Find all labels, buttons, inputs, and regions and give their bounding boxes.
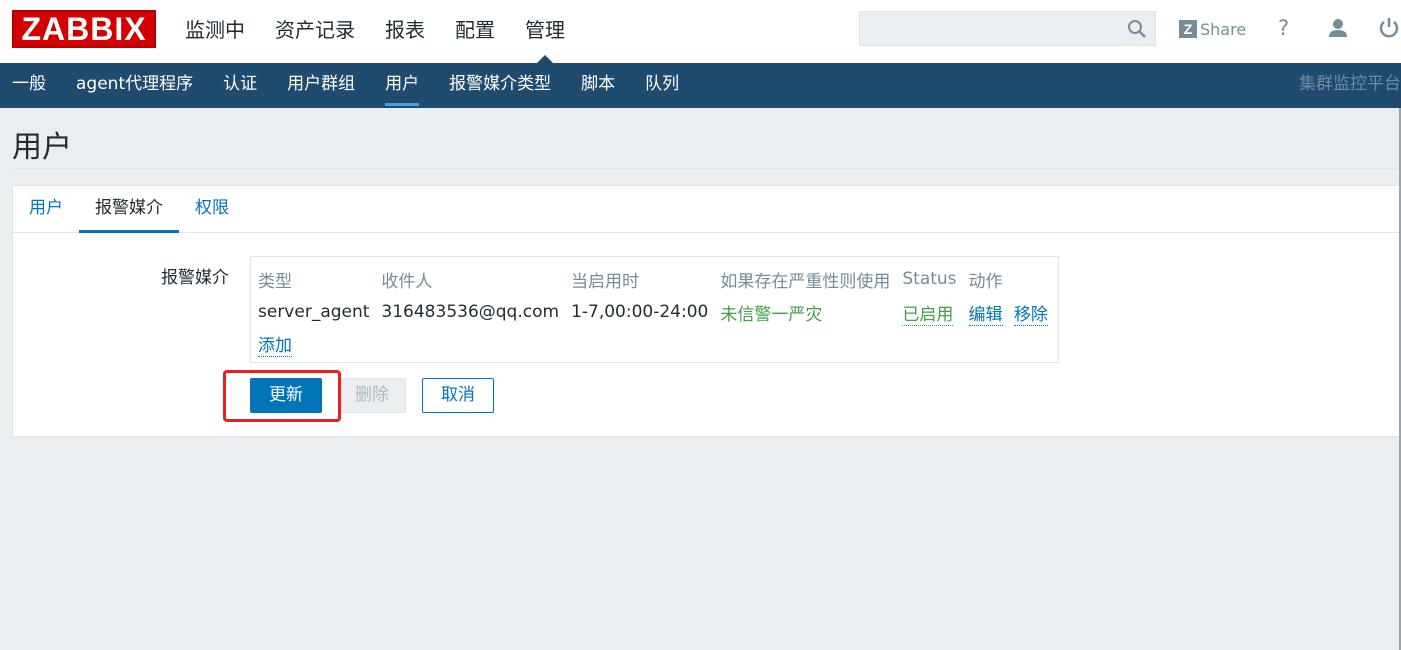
column-header-status: Status — [902, 269, 957, 289]
sub-nav: 一般 agent代理程序 认证 用户群组 用户 报警媒介类型 脚本 队列 集群监… — [0, 63, 1401, 108]
global-search — [859, 11, 1156, 46]
server-name: 集群监控平台 — [1299, 74, 1401, 94]
nav-reports[interactable]: 报表 — [370, 0, 440, 63]
nav-administration[interactable]: 管理 — [510, 0, 580, 63]
column-header-send-to: 收件人 — [381, 271, 433, 292]
main-nav: 监测中 资产记录 报表 配置 管理 — [170, 0, 580, 63]
subnav-users[interactable]: 用户 — [370, 63, 434, 108]
column-header-action: 动作 — [968, 271, 1003, 292]
cancel-button[interactable]: 取消 — [422, 378, 494, 413]
share-link[interactable]: Z Share — [1179, 18, 1246, 40]
table-header-row: 类型 收件人 当启用时 如果存在严重性则使用 Status 动作 — [258, 263, 1060, 295]
help-icon[interactable]: ? — [1278, 16, 1289, 40]
subnav-queue[interactable]: 队列 — [630, 63, 694, 108]
form-buttons: 更新 删除 取消 — [250, 378, 510, 413]
user-form-panel: 用户 报警媒介 权限 报警媒介 类型 收件人 当启用时 如果存在严重性则使用 S… — [12, 185, 1401, 437]
add-media-link[interactable]: 添加 — [258, 331, 292, 357]
search-input[interactable] — [860, 12, 1122, 45]
status-toggle-link[interactable]: 已启用 — [902, 304, 954, 326]
zabbix-logo[interactable]: ZABBIX — [12, 10, 156, 48]
subnav-scripts[interactable]: 脚本 — [566, 63, 630, 108]
tab-bar: 用户 报警媒介 权限 — [13, 186, 1401, 233]
subnav-authentication[interactable]: 认证 — [208, 63, 272, 108]
top-header: ZABBIX 监测中 资产记录 报表 配置 管理 Z Share ? — [0, 0, 1401, 63]
media-list: 类型 收件人 当启用时 如果存在严重性则使用 Status 动作 server_… — [250, 256, 1059, 363]
page-title: 用户 — [12, 130, 72, 165]
user-icon[interactable] — [1327, 17, 1349, 39]
media-send-to: 316483536@qq.com — [381, 302, 560, 322]
media-label: 报警媒介 — [161, 268, 229, 288]
nav-configuration[interactable]: 配置 — [440, 0, 510, 63]
media-status-cell: 已启用 — [902, 295, 968, 329]
tab-media[interactable]: 报警媒介 — [79, 186, 179, 233]
media-severity: 未信警一严灾 — [720, 304, 823, 325]
column-header-severity: 如果存在严重性则使用 — [720, 271, 891, 292]
column-header-type: 类型 — [258, 271, 292, 292]
divider — [12, 168, 1401, 169]
remove-link[interactable]: 移除 — [1013, 304, 1048, 326]
media-when-active: 1-7,00:00-24:00 — [571, 302, 709, 322]
media-type: server_agent — [258, 302, 370, 322]
power-icon[interactable] — [1378, 17, 1400, 39]
media-actions-cell: 编辑 移除 — [968, 295, 1060, 329]
update-button[interactable]: 更新 — [250, 378, 322, 413]
nav-inventory[interactable]: 资产记录 — [260, 0, 370, 63]
share-label: Share — [1200, 19, 1247, 39]
delete-button: 删除 — [338, 378, 406, 413]
table-row: server_agent 316483536@qq.com 1-7,00:00-… — [258, 295, 1060, 329]
subnav-user-groups[interactable]: 用户群组 — [272, 63, 370, 108]
subnav-general[interactable]: 一般 — [0, 63, 61, 108]
nav-monitoring[interactable]: 监测中 — [170, 0, 260, 63]
column-header-when-active: 当启用时 — [571, 271, 640, 292]
subnav-media-types[interactable]: 报警媒介类型 — [434, 63, 566, 108]
tab-permissions[interactable]: 权限 — [179, 186, 245, 232]
subnav-proxies[interactable]: agent代理程序 — [61, 63, 208, 108]
media-table: 类型 收件人 当启用时 如果存在严重性则使用 Status 动作 server_… — [258, 263, 1060, 329]
tab-user[interactable]: 用户 — [13, 186, 79, 232]
zabbix-share-icon: Z — [1179, 20, 1197, 38]
search-icon[interactable] — [1127, 19, 1147, 39]
edit-link[interactable]: 编辑 — [968, 304, 1003, 326]
